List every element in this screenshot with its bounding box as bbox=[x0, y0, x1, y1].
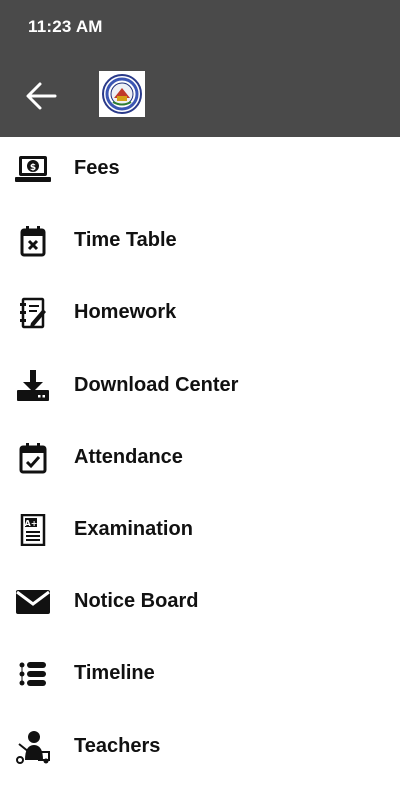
menu-item-label: Download Center bbox=[74, 373, 239, 396]
status-time: 11:23 AM bbox=[28, 17, 103, 36]
menu-item-label: Fees bbox=[74, 157, 120, 179]
exam-grade-icon: A+ bbox=[14, 513, 52, 546]
menu-item-label: Attendance bbox=[74, 445, 183, 468]
menu-item-teachers[interactable]: Teachers bbox=[0, 715, 400, 787]
menu-item-label: Examination bbox=[74, 517, 193, 540]
menu-item-homework[interactable]: Homework bbox=[0, 281, 400, 353]
menu-item-examination[interactable]: A+ Examination bbox=[0, 498, 400, 570]
svg-text:A+: A+ bbox=[25, 519, 38, 528]
homework-icon bbox=[14, 297, 52, 329]
app-bar bbox=[0, 56, 400, 137]
calendar-check-icon bbox=[14, 442, 52, 474]
download-icon bbox=[14, 369, 52, 402]
calendar-x-icon bbox=[14, 225, 52, 257]
school-logo bbox=[99, 71, 145, 117]
status-bar: 11:23 AM bbox=[0, 0, 400, 56]
envelope-icon bbox=[14, 586, 52, 618]
arrow-left-icon bbox=[26, 82, 57, 110]
menu-item-timeline[interactable]: Timeline bbox=[0, 642, 400, 714]
menu-item-notice-board[interactable]: Notice Board bbox=[0, 570, 400, 642]
svg-text:$: $ bbox=[30, 163, 36, 173]
menu-item-label: Teachers bbox=[74, 734, 161, 757]
menu-item-label: Notice Board bbox=[74, 590, 199, 613]
back-button[interactable] bbox=[18, 74, 64, 118]
menu-item-label: Homework bbox=[74, 301, 177, 324]
menu-item-label: Timeline bbox=[74, 662, 155, 685]
menu-item-time-table[interactable]: Time Table bbox=[0, 209, 400, 281]
menu-item-label: Time Table bbox=[74, 229, 177, 252]
teacher-icon bbox=[14, 730, 52, 764]
menu-item-download-center[interactable]: Download Center bbox=[0, 354, 400, 426]
menu-item-attendance[interactable]: Attendance bbox=[0, 426, 400, 498]
menu-list: $ Fees Time Table Homework Download Cent… bbox=[0, 137, 400, 787]
fees-icon: $ bbox=[14, 153, 52, 185]
menu-item-fees[interactable]: $ Fees bbox=[0, 137, 400, 209]
timeline-list-icon bbox=[14, 658, 52, 690]
